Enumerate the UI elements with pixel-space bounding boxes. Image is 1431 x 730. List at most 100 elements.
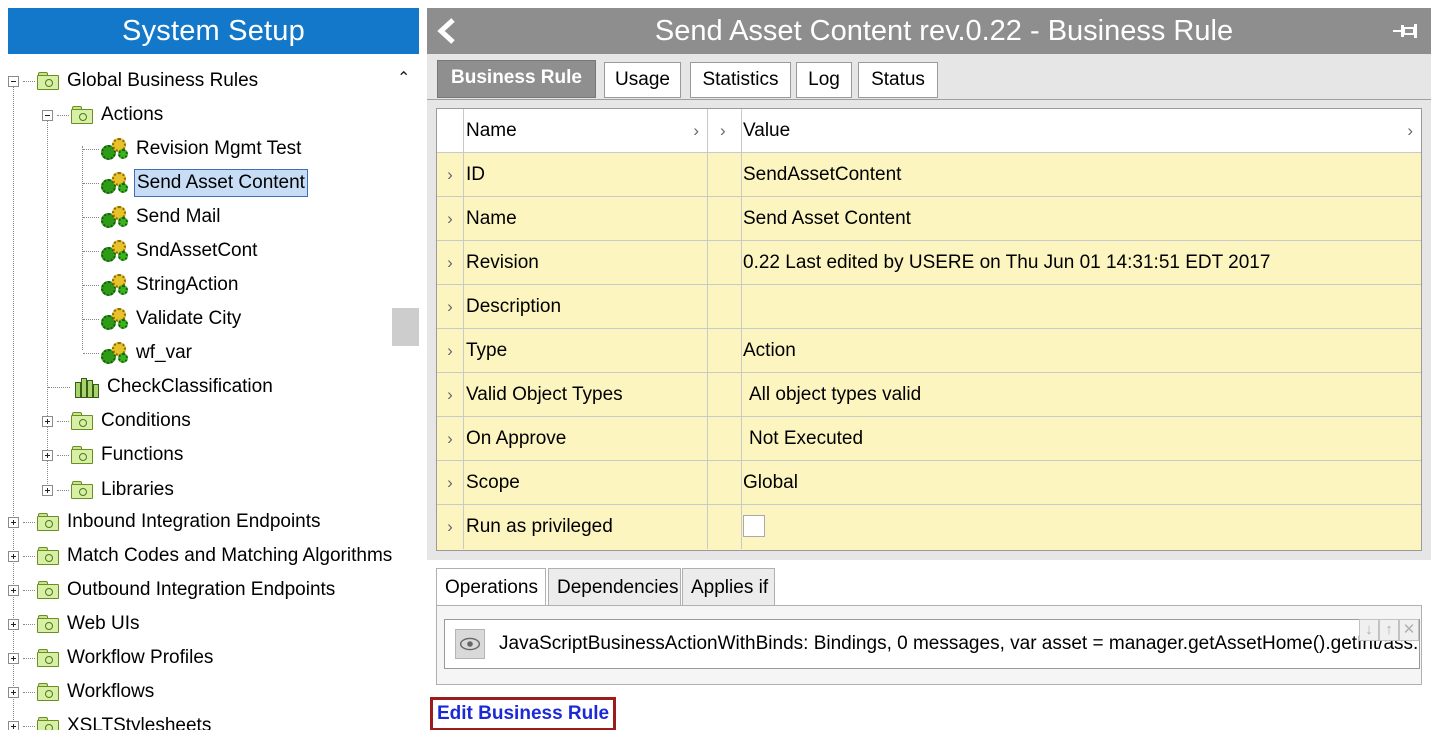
chevron-right-icon: › bbox=[1407, 121, 1413, 140]
tree-item-outbound-integration-endpoints[interactable]: Outbound Integration Endpoints bbox=[8, 575, 337, 605]
move-down-arrow-icon[interactable]: ↓ bbox=[1359, 619, 1379, 641]
table-row[interactable]: › Revision 0.22 Last edited by USERE on … bbox=[437, 241, 1421, 285]
tree-item-conditions[interactable]: Conditions bbox=[42, 406, 193, 436]
scrollbar-thumb[interactable] bbox=[392, 308, 419, 346]
tree-item-label: Web UIs bbox=[67, 613, 140, 634]
tab-business-rule[interactable]: Business Rule bbox=[437, 60, 596, 98]
expand-icon[interactable] bbox=[8, 618, 19, 630]
business-rule-editor: Send Asset Content rev.0.22 - Business R… bbox=[427, 8, 1431, 730]
tree-item-actions[interactable]: Actions bbox=[42, 100, 165, 130]
tree-item-inbound-integration-endpoints[interactable]: Inbound Integration Endpoints bbox=[8, 507, 323, 537]
tree-connector bbox=[83, 250, 99, 252]
table-row[interactable]: › Run as privileged bbox=[437, 505, 1421, 549]
expand-icon[interactable] bbox=[8, 584, 19, 596]
move-up-arrow-icon[interactable]: ↑ bbox=[1379, 619, 1399, 641]
folder-icon bbox=[37, 513, 59, 531]
tree-item-label: Workflows bbox=[67, 681, 155, 702]
row-expand-chevron-icon[interactable]: › bbox=[437, 329, 464, 372]
tree-item-libraries[interactable]: Libraries bbox=[42, 475, 176, 505]
scroll-up-chevron-icon[interactable]: ⌃ bbox=[397, 68, 410, 88]
property-value[interactable]: Not Executed bbox=[743, 417, 1421, 460]
property-value[interactable] bbox=[743, 285, 1421, 328]
column-header-name-label: Name bbox=[466, 120, 517, 141]
row-spacer bbox=[709, 505, 742, 549]
property-value[interactable]: All object types valid bbox=[743, 373, 1421, 416]
tree-item-send-mail[interactable]: Send Mail bbox=[83, 202, 223, 232]
edit-business-rule-link[interactable]: Edit Business Rule bbox=[430, 697, 617, 730]
table-row[interactable]: › Type Action bbox=[437, 329, 1421, 373]
tree-item-xsltstylesheets[interactable]: XSLTStylesheets bbox=[8, 711, 213, 730]
tree-item-sndassetcont[interactable]: SndAssetCont bbox=[83, 236, 259, 266]
expand-icon[interactable] bbox=[8, 652, 19, 664]
tree-item-send-asset-content[interactable]: Send Asset Content bbox=[83, 168, 308, 198]
operation-item[interactable]: JavaScriptBusinessActionWithBinds: Bindi… bbox=[444, 619, 1420, 669]
operations-area: JavaScriptBusinessActionWithBinds: Bindi… bbox=[436, 605, 1422, 685]
tree-connector bbox=[83, 352, 99, 354]
tab-status[interactable]: Status bbox=[858, 62, 938, 98]
property-value[interactable]: Send Asset Content bbox=[743, 197, 1421, 240]
tab-operations[interactable]: Operations bbox=[436, 568, 546, 606]
tree-item-web-uis[interactable]: Web UIs bbox=[8, 609, 142, 639]
expand-icon[interactable] bbox=[8, 516, 19, 528]
property-value[interactable]: 0.22 Last edited by USERE on Thu Jun 01 … bbox=[743, 241, 1421, 284]
tree-item-wf-var[interactable]: wf_var bbox=[83, 338, 194, 368]
tree-scrollbar[interactable]: ⌃ bbox=[392, 54, 419, 730]
row-expand-chevron-icon[interactable]: › bbox=[437, 153, 464, 196]
table-row[interactable]: › On Approve Not Executed bbox=[437, 417, 1421, 461]
property-value[interactable]: Action bbox=[743, 329, 1421, 372]
folder-icon bbox=[37, 547, 59, 565]
table-row[interactable]: › Description bbox=[437, 285, 1421, 329]
run-as-privileged-checkbox[interactable] bbox=[743, 515, 765, 537]
row-expand-chevron-icon[interactable]: › bbox=[437, 241, 464, 284]
column-header-name[interactable]: Name › bbox=[465, 109, 708, 152]
collapse-icon[interactable] bbox=[42, 109, 53, 121]
expand-icon[interactable] bbox=[42, 484, 53, 496]
row-expand-chevron-icon[interactable]: › bbox=[437, 461, 464, 504]
row-expand-chevron-icon[interactable]: › bbox=[437, 285, 464, 328]
tree-item-revision-mgmt-test[interactable]: Revision Mgmt Test bbox=[83, 134, 303, 164]
row-expand-chevron-icon[interactable]: › bbox=[437, 505, 464, 549]
folder-icon bbox=[71, 481, 93, 499]
expand-icon[interactable] bbox=[42, 449, 53, 461]
folder-icon bbox=[37, 581, 59, 599]
tab-statistics[interactable]: Statistics bbox=[690, 62, 791, 98]
expand-icon[interactable] bbox=[42, 415, 53, 427]
collapse-icon[interactable] bbox=[8, 75, 19, 87]
remove-x-icon[interactable]: ✕ bbox=[1399, 619, 1419, 641]
tab-dependencies[interactable]: Dependencies bbox=[548, 568, 681, 606]
expand-icon[interactable] bbox=[8, 686, 19, 698]
tree-item-match-codes[interactable]: Match Codes and Matching Algorithms bbox=[8, 541, 394, 571]
action-gears-icon bbox=[101, 341, 129, 365]
pin-icon[interactable] bbox=[1393, 22, 1419, 40]
eye-icon[interactable] bbox=[455, 629, 485, 659]
table-row[interactable]: › Valid Object Types All object types va… bbox=[437, 373, 1421, 417]
property-value[interactable]: SendAssetContent bbox=[743, 153, 1421, 196]
table-row[interactable]: › Name Send Asset Content bbox=[437, 197, 1421, 241]
row-expand-chevron-icon[interactable]: › bbox=[437, 197, 464, 240]
operation-description: JavaScriptBusinessActionWithBinds: Bindi… bbox=[499, 633, 1417, 654]
property-value bbox=[743, 505, 1421, 549]
tab-usage[interactable]: Usage bbox=[604, 62, 681, 98]
expand-icon[interactable] bbox=[8, 720, 19, 730]
tree-item-label: Functions bbox=[101, 444, 184, 465]
tree-item-global-business-rules[interactable]: Global Business Rules bbox=[8, 66, 260, 96]
table-row[interactable]: › ID SendAssetContent bbox=[437, 153, 1421, 197]
tree-item-validate-city[interactable]: Validate City bbox=[83, 304, 243, 334]
tree-item-label: Workflow Profiles bbox=[67, 647, 214, 668]
table-row[interactable]: › Scope Global bbox=[437, 461, 1421, 505]
row-expand-chevron-icon[interactable]: › bbox=[437, 373, 464, 416]
tab-applies-if[interactable]: Applies if bbox=[682, 568, 775, 606]
tree-item-stringaction[interactable]: StringAction bbox=[83, 270, 240, 300]
expand-icon[interactable] bbox=[8, 550, 19, 562]
tab-log[interactable]: Log bbox=[796, 62, 852, 98]
tree-item-checkclassification[interactable]: CheckClassification bbox=[48, 372, 275, 402]
tree-item-functions[interactable]: Functions bbox=[42, 440, 185, 470]
row-expand-chevron-icon[interactable]: › bbox=[437, 417, 464, 460]
column-header-value[interactable]: Value › bbox=[743, 109, 1421, 152]
editor-title: Send Asset Content rev.0.22 - Business R… bbox=[654, 15, 1234, 47]
tree-connector bbox=[57, 114, 69, 116]
property-value[interactable]: Global bbox=[743, 461, 1421, 504]
tree-item-workflow-profiles[interactable]: Workflow Profiles bbox=[8, 643, 215, 673]
action-gears-icon bbox=[101, 171, 129, 195]
tree-item-workflows[interactable]: Workflows bbox=[8, 677, 156, 707]
